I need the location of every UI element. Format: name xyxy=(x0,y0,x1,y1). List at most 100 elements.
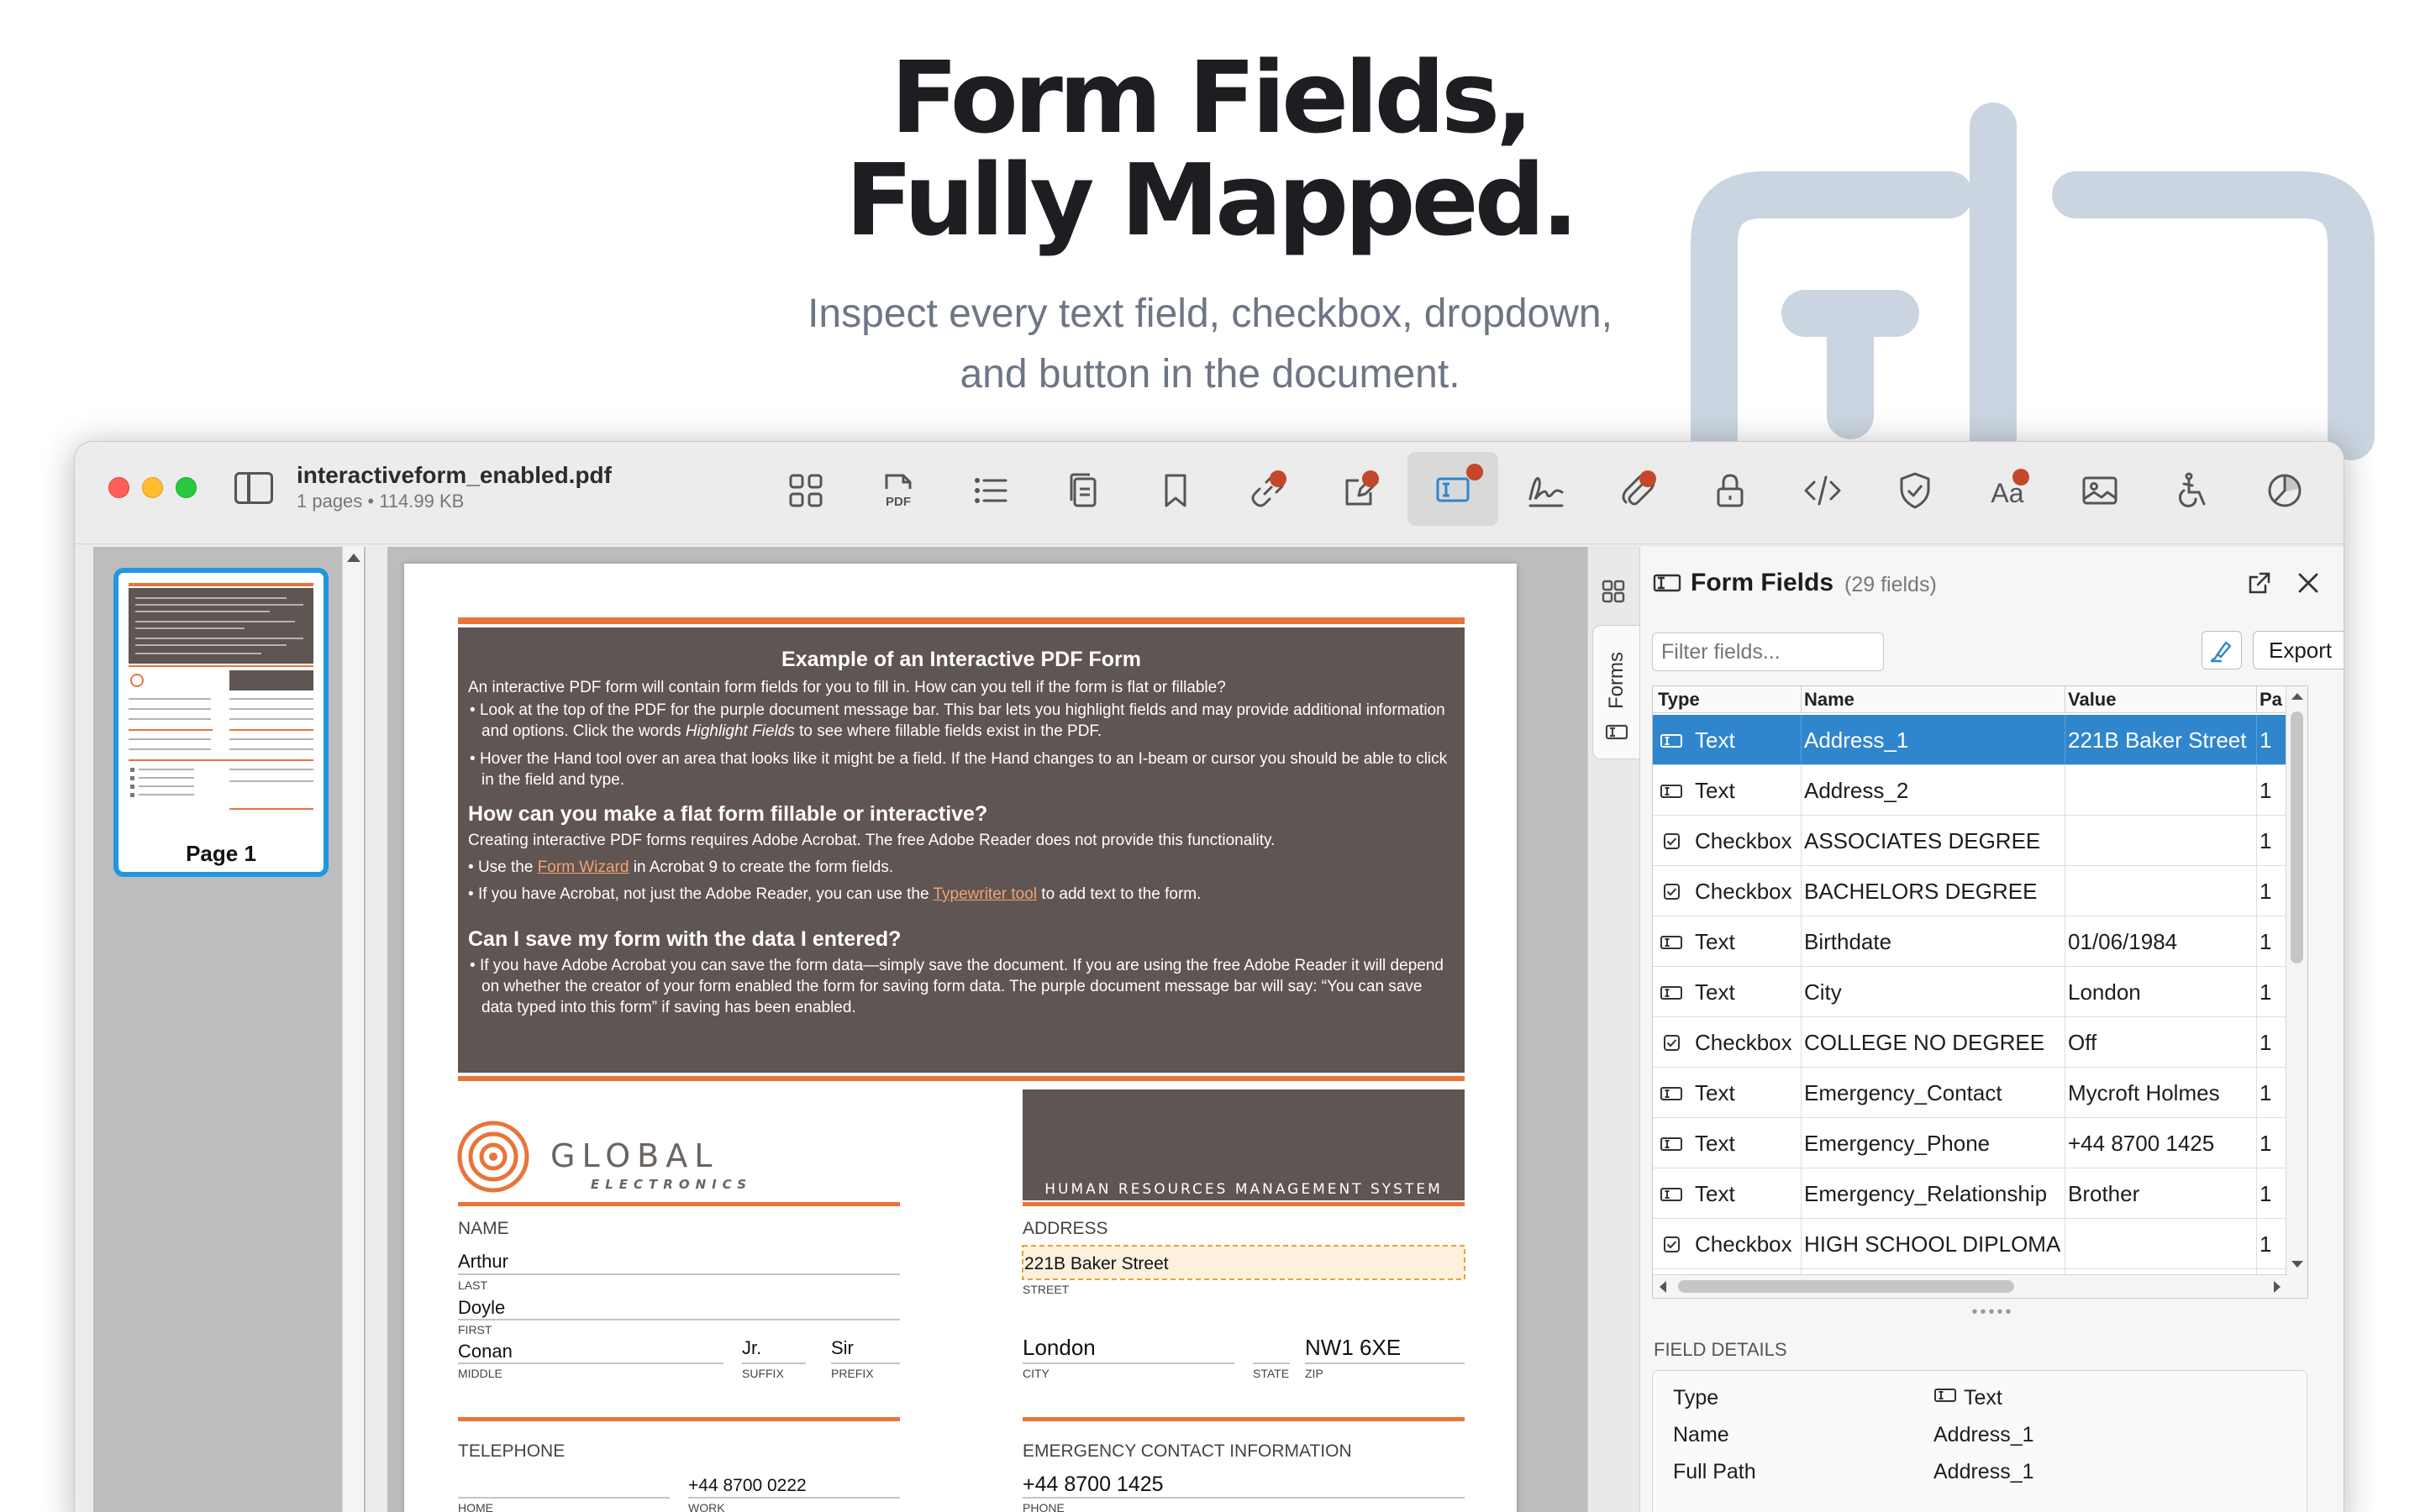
text-field-icon xyxy=(1660,1185,1683,1204)
column-divider[interactable] xyxy=(2256,686,2257,712)
first-name-label: FIRST xyxy=(458,1323,492,1336)
column-header[interactable]: Name xyxy=(1804,688,1854,711)
cell-divider xyxy=(2256,1118,2257,1168)
table-row[interactable]: Checkbox BACHELORS DEGREE 1 xyxy=(1653,866,2287,916)
table-cell-value: Off xyxy=(2068,1030,2097,1055)
table-row[interactable]: Text Emergency_Relationship Brother 1 xyxy=(1653,1168,2287,1219)
suffix-value: Jr. xyxy=(742,1337,761,1358)
zoom-window-button[interactable] xyxy=(176,477,197,498)
typewriter-tool-link[interactable]: Typewriter tool xyxy=(933,885,1037,903)
column-header[interactable]: Value xyxy=(2068,688,2116,711)
table-cell-name: City xyxy=(1804,979,1842,1005)
scroll-up-arrow-icon[interactable] xyxy=(347,554,360,562)
last-name-value: Arthur xyxy=(458,1251,508,1272)
table-cell-type: Text xyxy=(1695,727,1735,753)
hero-title: Form Fields, Fully Mapped. xyxy=(622,46,1798,251)
minimize-window-button[interactable] xyxy=(142,477,163,498)
export-button-label: Export xyxy=(2269,637,2333,663)
table-row[interactable]: Text City London 1 xyxy=(1653,967,2287,1017)
page-thumbnail[interactable]: Page 1 xyxy=(113,568,329,877)
close-window-button[interactable] xyxy=(108,477,129,498)
work-phone-value: +44 8700 0222 xyxy=(688,1476,807,1495)
filter-fields-input[interactable] xyxy=(1652,633,1884,671)
bookmark-icon[interactable] xyxy=(1145,460,1206,521)
sidebar-toggle-icon[interactable] xyxy=(234,472,273,504)
scroll-right-arrow-icon[interactable] xyxy=(2274,1281,2281,1293)
cell-divider xyxy=(2256,1168,2257,1218)
bullet-text: If you have Acrobat, not just the Adobe … xyxy=(477,885,934,903)
signature-icon[interactable] xyxy=(1515,460,1576,521)
form-wizard-link[interactable]: Form Wizard xyxy=(538,858,629,876)
table-cell-page: 1 xyxy=(2260,1030,2272,1055)
column-header[interactable]: Type xyxy=(1658,688,1700,711)
copy-icon[interactable] xyxy=(1053,460,1113,521)
column-divider[interactable] xyxy=(1801,686,1802,712)
cell-divider xyxy=(2256,866,2257,916)
image-icon[interactable] xyxy=(2070,460,2130,521)
table-row[interactable]: Text Emergency_Contact Mycroft Holmes 1 xyxy=(1653,1068,2287,1118)
table-row[interactable]: Text Address_1 221B Baker Street 1 xyxy=(1653,715,2287,765)
thumbnail-scrollbar[interactable] xyxy=(342,547,364,1512)
highlight-fields-button[interactable] xyxy=(2202,631,2242,669)
form-fields-icon[interactable] xyxy=(1407,452,1498,526)
table-row[interactable]: Checkbox HIGH SCHOOL DIPLOMA 1 xyxy=(1653,1219,2287,1269)
cell-divider xyxy=(1801,715,1802,764)
cell-divider xyxy=(2256,1068,2257,1117)
attachment-icon[interactable] xyxy=(1607,460,1668,521)
table-row[interactable]: Text Emergency_Phone +44 8700 1425 1 xyxy=(1653,1118,2287,1168)
scrollbar-thumb[interactable] xyxy=(1678,1280,2014,1293)
link-icon[interactable] xyxy=(1238,460,1298,521)
chart-icon[interactable] xyxy=(2254,460,2315,521)
scroll-down-arrow-icon[interactable] xyxy=(2291,1261,2303,1268)
name-section-label: NAME xyxy=(458,1219,509,1238)
banner-bullet: • Use the Form Wizard in Acrobat 9 to cr… xyxy=(468,858,894,876)
table-cell-name: ASSOCIATES DEGREE xyxy=(1804,828,2041,853)
state-label: STATE xyxy=(1253,1367,1289,1380)
app-window: interactiveform_enabled.pdf 1 pages • 11… xyxy=(74,441,2344,1512)
table-vertical-scrollbar[interactable] xyxy=(2286,686,2307,1298)
text-field-icon xyxy=(1933,1386,1957,1410)
page-thumbnail-preview xyxy=(129,583,313,810)
suffix-label: SUFFIX xyxy=(742,1367,784,1380)
table-row[interactable]: Text Birthdate 01/06/1984 1 xyxy=(1653,916,2287,967)
close-icon[interactable] xyxy=(2296,570,2321,596)
scrollbar-thumb[interactable] xyxy=(2291,711,2303,963)
grid-icon[interactable] xyxy=(1598,576,1628,606)
pop-out-icon[interactable] xyxy=(2245,569,2274,597)
telephone-section-label: TELEPHONE xyxy=(458,1441,565,1461)
table-row[interactable]: Text Address_2 1 xyxy=(1653,765,2287,816)
middle-name-value: Conan xyxy=(458,1341,513,1362)
shield-icon[interactable] xyxy=(1885,460,1945,521)
table-cell-name: Address_1 xyxy=(1804,727,1909,753)
form-field-icon xyxy=(1652,570,1682,596)
page-root: Form Fields, Fully Mapped. Inspect every… xyxy=(0,0,2420,1512)
table-horizontal-scrollbar[interactable] xyxy=(1653,1274,2287,1298)
table-row[interactable]: Checkbox ASSOCIATES DEGREE 1 xyxy=(1653,816,2287,866)
lock-icon[interactable] xyxy=(1700,460,1760,521)
code-icon[interactable] xyxy=(1792,460,1853,521)
cell-divider xyxy=(1801,1017,1802,1067)
cell-divider xyxy=(2256,715,2257,764)
tab-forms-label: Forms xyxy=(1605,652,1628,709)
table-row[interactable]: Checkbox COLLEGE NO DEGREE Off 1 xyxy=(1653,1017,2287,1068)
export-button[interactable]: Export xyxy=(2253,631,2344,669)
bullet-text: Use the xyxy=(477,858,538,876)
resize-handle[interactable]: ••••• xyxy=(1640,1303,2344,1322)
table-cell-value: Mycroft Holmes xyxy=(2068,1080,2220,1105)
banner-bullet: • Look at the top of the PDF for the pur… xyxy=(470,701,1445,740)
column-header[interactable]: Pa xyxy=(2260,688,2282,711)
accessibility-icon[interactable] xyxy=(2162,460,2223,521)
list-icon[interactable] xyxy=(960,460,1021,521)
annotation-icon[interactable] xyxy=(1330,460,1391,521)
table-cell-name: COLLEGE NO DEGREE xyxy=(1804,1030,2045,1055)
scroll-left-arrow-icon[interactable] xyxy=(1660,1281,1666,1293)
font-icon[interactable]: Aa xyxy=(1977,460,2038,521)
detail-value-text: Address_1 xyxy=(1933,1460,2034,1483)
table-cell-page: 1 xyxy=(2260,1181,2272,1206)
cell-divider xyxy=(1801,1118,1802,1168)
cell-divider xyxy=(1801,1219,1802,1268)
scroll-up-arrow-icon[interactable] xyxy=(2291,693,2303,700)
pdf-icon[interactable]: PDF xyxy=(868,460,929,521)
grid-icon[interactable] xyxy=(776,460,836,521)
notification-badge xyxy=(1362,470,1379,487)
